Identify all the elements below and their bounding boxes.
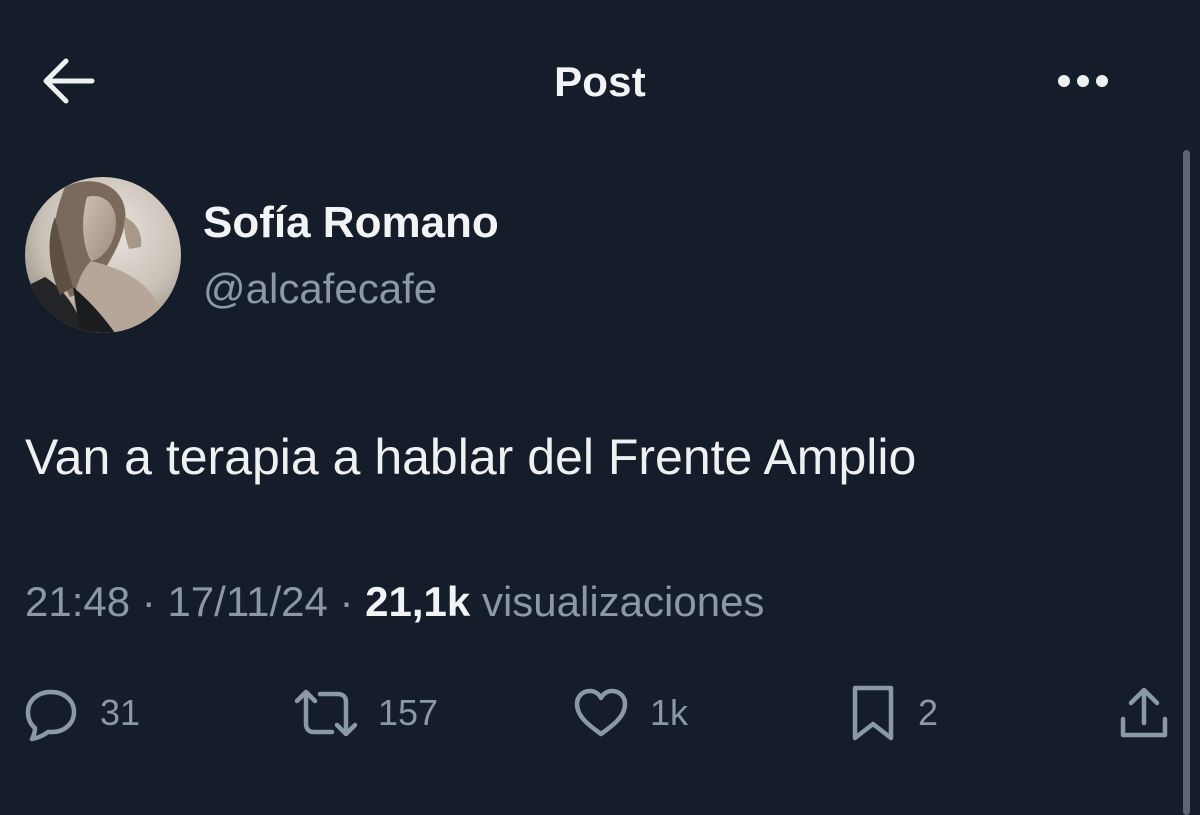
more-options-button[interactable] — [1052, 62, 1114, 100]
share-icon — [1120, 687, 1168, 738]
bookmark-count: 2 — [918, 692, 939, 733]
more-horizontal-icon — [1058, 75, 1108, 87]
post-metadata: 21:48 · 17/11/24 · 21,1k visualizaciones — [25, 578, 764, 626]
heart-icon — [574, 688, 628, 737]
avatar[interactable] — [25, 177, 181, 333]
profile-photo — [25, 177, 181, 333]
author-handle[interactable]: @alcafecafe — [203, 265, 437, 313]
views-count: 21,1k — [365, 578, 471, 625]
reply-count: 31 — [100, 692, 141, 733]
meta-separator: · — [141, 578, 156, 625]
page-title: Post — [554, 58, 646, 105]
post-date[interactable]: 17/11/24 — [167, 578, 327, 625]
top-bar: Post — [0, 0, 1200, 165]
reply-button[interactable]: 31 — [22, 680, 140, 746]
repost-button[interactable]: 157 — [294, 680, 438, 746]
like-button[interactable]: 1k — [572, 680, 688, 746]
views-label: visualizaciones — [481, 578, 765, 625]
share-button[interactable] — [1115, 680, 1173, 746]
like-count: 1k — [650, 692, 689, 733]
repost-count: 157 — [378, 692, 439, 733]
bookmark-icon — [852, 685, 894, 741]
author-name[interactable]: Sofía Romano — [203, 198, 499, 248]
repost-icon — [294, 689, 358, 737]
post-text: Van a terapia a hablar del Frente Amplio — [25, 429, 917, 485]
bookmark-button[interactable]: 2 — [848, 680, 938, 746]
meta-separator: · — [339, 578, 354, 625]
post-time[interactable]: 21:48 — [25, 578, 130, 625]
action-bar: 31 157 1k 2 — [0, 680, 1200, 750]
comment-icon — [25, 689, 77, 742]
